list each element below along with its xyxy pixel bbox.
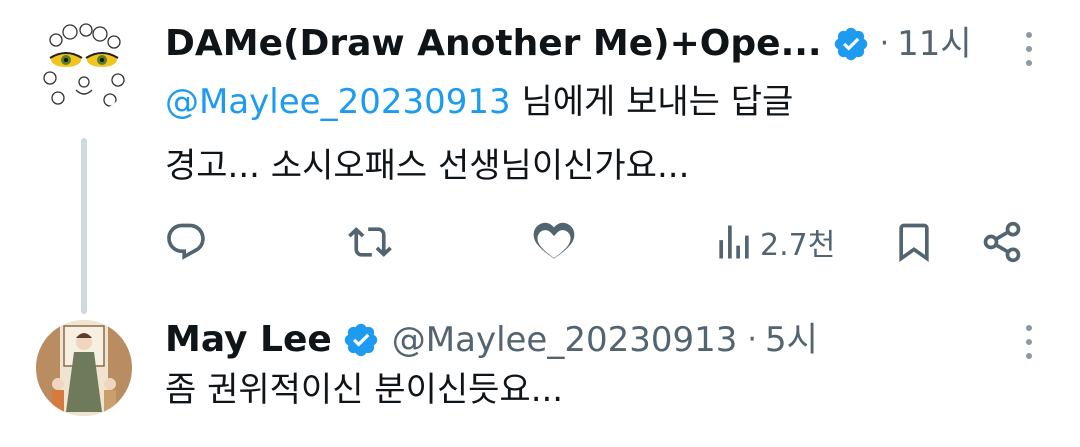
handle[interactable]: @Maylee_20230913: [392, 318, 738, 362]
bookmark-icon: [899, 223, 929, 263]
tweet-text: 경고... 소시오패스 선생님이신가요...: [165, 146, 690, 186]
share-button[interactable]: [980, 214, 1024, 270]
like-button[interactable]: [532, 214, 576, 270]
views-button[interactable]: 2.7천: [712, 214, 835, 270]
tweet-1[interactable]: DAMe(Draw Another Me)+Ope... · 11시 @Mayl…: [0, 0, 1080, 314]
reply-icon: [167, 223, 205, 260]
tweet-2-header: May Lee @Maylee_20230913 · 5시: [165, 318, 818, 362]
verified-badge-icon: [834, 27, 867, 61]
share-icon: [983, 221, 1021, 263]
reply-suffix: 님에게 보내는 답글: [510, 82, 794, 122]
separator-dot: ·: [747, 322, 757, 357]
reply-mention-link[interactable]: @Maylee_20230913: [165, 82, 511, 122]
views-icon: [719, 225, 749, 259]
timestamp[interactable]: 5시: [765, 318, 818, 362]
more-icon[interactable]: [1024, 325, 1034, 359]
like-icon: [533, 222, 575, 259]
tweet-text: 좀 권위적이신 분이신듯요...: [165, 370, 564, 410]
replying-to: @Maylee_20230913 님에게 보내는 답글: [165, 80, 793, 124]
verified-badge-icon: [344, 323, 378, 357]
views-count: 2.7천: [760, 228, 836, 263]
tweet-1-header: DAMe(Draw Another Me)+Ope... · 11시: [165, 22, 972, 66]
retweet-button[interactable]: [348, 214, 392, 270]
bookmark-button[interactable]: [892, 214, 936, 270]
avatar-dame[interactable]: [36, 18, 132, 114]
display-name[interactable]: May Lee: [165, 318, 332, 362]
avatar-may-lee[interactable]: [36, 320, 132, 416]
retweet-icon: [348, 227, 392, 257]
display-name[interactable]: DAMe(Draw Another Me)+Ope...: [165, 22, 822, 66]
timestamp[interactable]: 11시: [897, 22, 972, 66]
action-bar: 2.7천: [0, 214, 1080, 270]
more-icon[interactable]: [1024, 32, 1034, 66]
separator-dot: ·: [879, 26, 890, 61]
reply-button[interactable]: [164, 214, 208, 270]
